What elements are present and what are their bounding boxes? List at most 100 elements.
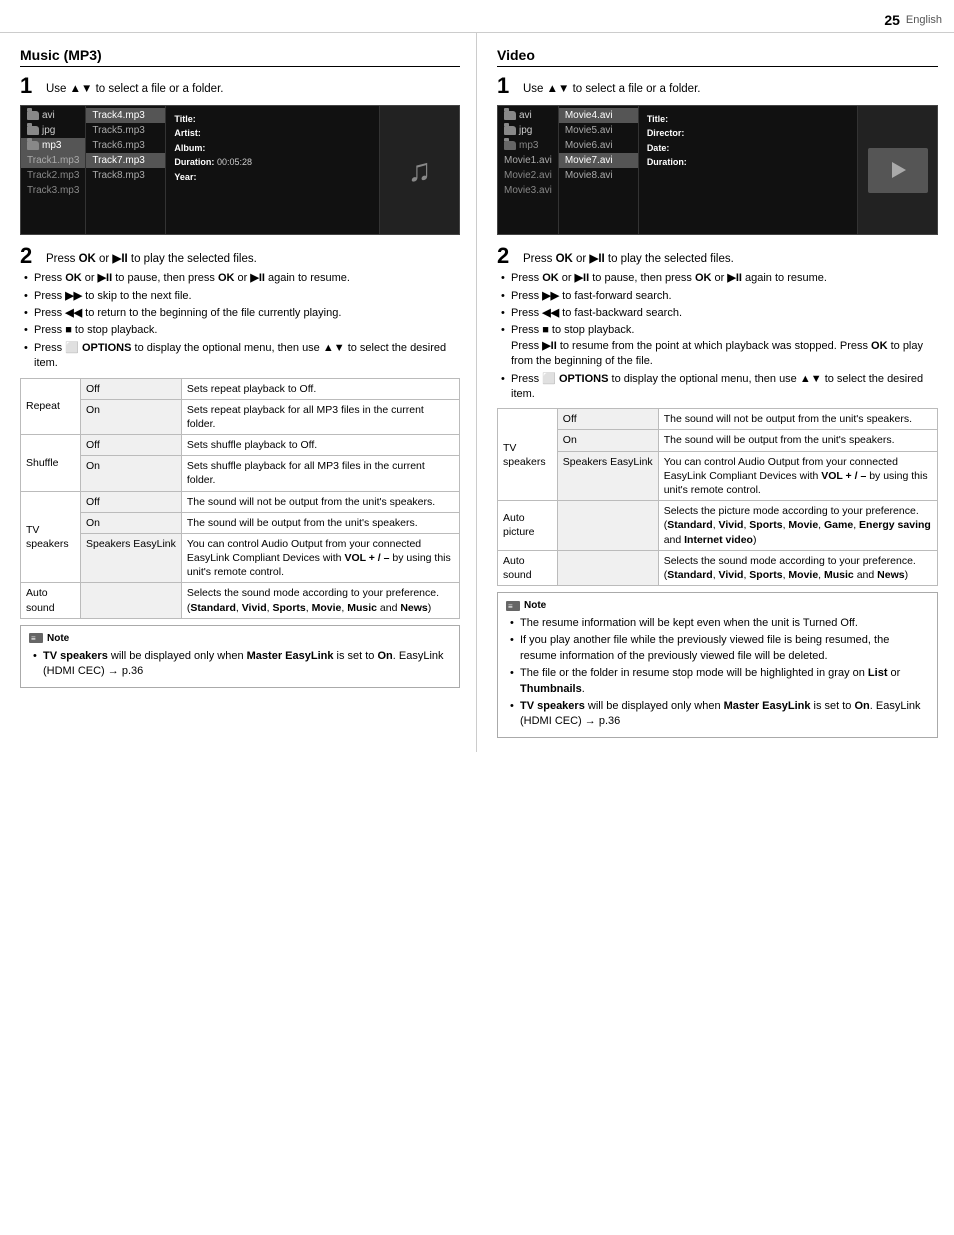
step1-text: Use ▲▼ to select a file or a folder. xyxy=(46,75,223,97)
video-folder-jpg: jpg xyxy=(498,123,558,138)
bullet-skip: Press ▶▶ to skip to the next file. xyxy=(20,289,460,304)
video-note: Note The resume information will be kept… xyxy=(497,592,938,738)
video-movie4: Movie4.avi xyxy=(559,108,638,123)
video-note-bullets: The resume information will be kept even… xyxy=(506,616,929,730)
folder-jpg: jpg xyxy=(21,123,85,138)
shuffle-on-desc: Sets shuffle playback for all MP3 files … xyxy=(181,456,459,491)
tv-off-desc: The sound will not be output from the un… xyxy=(181,491,459,512)
video-step2: 2 Press OK or ▶II to play the selected f… xyxy=(497,245,938,402)
tv-speakers-off-row: TV speakers Off The sound will not be ou… xyxy=(21,491,460,512)
video-step1-text: Use ▲▼ to select a file or a folder. xyxy=(523,75,700,97)
video-folder-avi: avi xyxy=(498,108,558,123)
music-note: Note TV speakers will be displayed only … xyxy=(20,625,460,688)
note-icon xyxy=(29,633,43,643)
auto-picture-row: Auto picture Selects the picture mode ac… xyxy=(498,501,938,551)
step2-number: 2 xyxy=(20,245,38,267)
music-note-header: Note xyxy=(29,631,451,646)
video-tv-off-name: Off xyxy=(557,409,658,430)
repeat-label: Repeat xyxy=(21,378,81,435)
video-bullet-pause: Press OK or ▶II to pause, then press OK … xyxy=(497,271,938,286)
video-thumbnail xyxy=(868,148,928,193)
folder-icon xyxy=(504,126,516,135)
repeat-off-desc: Sets repeat playback to Off. xyxy=(181,378,459,399)
video-step1: 1 Use ▲▼ to select a file or a folder. xyxy=(497,75,938,97)
video-title: Video xyxy=(497,47,938,67)
folder-icon xyxy=(27,126,39,135)
shuffle-on-name: On xyxy=(80,456,181,491)
video-bullets: Press OK or ▶II to pause, then press OK … xyxy=(497,271,938,402)
page: 25 English Music (MP3) 1 Use ▲▼ to selec… xyxy=(0,0,954,1235)
shuffle-label: Shuffle xyxy=(21,435,81,492)
video-tv-on-name: On xyxy=(557,430,658,451)
folder-avi: avi xyxy=(21,108,85,123)
video-bullet-ff: Press ▶▶ to fast-forward search. xyxy=(497,289,938,304)
repeat-on-name: On xyxy=(80,399,181,434)
music-info: Title: Artist: Album: Duration: 00:05:28… xyxy=(166,106,379,234)
columns: Music (MP3) 1 Use ▲▼ to select a file or… xyxy=(0,33,954,752)
video-tv-off-desc: The sound will not be output from the un… xyxy=(658,409,937,430)
repeat-off-row: Repeat Off Sets repeat playback to Off. xyxy=(21,378,460,399)
video-preview xyxy=(857,106,937,234)
video-movie7: Movie7.avi xyxy=(559,153,638,168)
language-label: English xyxy=(906,14,942,26)
tv-on-desc: The sound will be output from the unit's… xyxy=(181,512,459,533)
track8: Track8.mp3 xyxy=(86,168,165,183)
bullet-options: Press ⬜ OPTIONS to display the optional … xyxy=(20,341,460,372)
folder-icon xyxy=(27,141,39,150)
video-options-table: TV speakers Off The sound will not be ou… xyxy=(497,408,938,586)
video-movie6: Movie6.avi xyxy=(559,138,638,153)
music-col1: avi jpg mp3 Track1.mp3 Track2.mp3 Track3… xyxy=(21,106,86,234)
track5: Track5.mp3 xyxy=(86,123,165,138)
music-note-icon: ♫ xyxy=(408,152,432,189)
music-file-browser: avi jpg mp3 Track1.mp3 Track2.mp3 Track3… xyxy=(20,105,460,235)
bullet-pause: Press OK or ▶II to pause, then press OK … xyxy=(20,271,460,286)
tv-off-name: Off xyxy=(80,491,181,512)
video-step2-intro: Press OK or ▶II to play the selected fil… xyxy=(523,245,734,267)
auto-sound-name xyxy=(80,583,181,618)
video-folder-mp3: mp3 xyxy=(498,138,558,153)
video-note-bullet-4: TV speakers will be displayed only when … xyxy=(506,699,929,730)
repeat-off-name: Off xyxy=(80,378,181,399)
track1: Track1.mp3 xyxy=(21,153,85,168)
video-info: Title: Director: Date: Duration: xyxy=(639,106,857,234)
video-auto-sound-name xyxy=(557,550,658,585)
video-movie1: Movie1.avi xyxy=(498,153,558,168)
video-note-bullet-2: If you play another file while the previ… xyxy=(506,633,929,664)
video-col2: Movie4.avi Movie5.avi Movie6.avi Movie7.… xyxy=(559,106,639,234)
folder-icon xyxy=(504,141,516,150)
repeat-on-desc: Sets repeat playback for all MP3 files i… xyxy=(181,399,459,434)
video-auto-sound-desc: Selects the sound mode according to your… xyxy=(658,550,937,585)
video-movie3: Movie3.avi xyxy=(498,183,558,198)
shuffle-off-name: Off xyxy=(80,435,181,456)
video-movie8: Movie8.avi xyxy=(559,168,638,183)
top-bar: 25 English xyxy=(0,10,954,33)
track2: Track2.mp3 xyxy=(21,168,85,183)
video-auto-sound-row: Auto sound Selects the sound mode accord… xyxy=(498,550,938,585)
video-step2-number: 2 xyxy=(497,245,515,267)
step2-intro: Press OK or ▶II to play the selected fil… xyxy=(46,245,257,267)
music-section: Music (MP3) 1 Use ▲▼ to select a file or… xyxy=(0,33,477,752)
page-number: 25 xyxy=(884,12,900,28)
video-step1-number: 1 xyxy=(497,75,515,97)
music-title: Music (MP3) xyxy=(20,47,460,67)
repeat-on-row: On Sets repeat playback for all MP3 file… xyxy=(21,399,460,434)
video-tv-easylink-name: Speakers EasyLink xyxy=(557,451,658,501)
bullet-back: Press ◀◀ to return to the beginning of t… xyxy=(20,306,460,321)
video-note-bullet-3: The file or the folder in resume stop mo… xyxy=(506,666,929,697)
video-movie2: Movie2.avi xyxy=(498,168,558,183)
shuffle-off-row: Shuffle Off Sets shuffle playback to Off… xyxy=(21,435,460,456)
video-tv-easylink-row: Speakers EasyLink You can control Audio … xyxy=(498,451,938,501)
video-note-bullet-1: The resume information will be kept even… xyxy=(506,616,929,631)
track7: Track7.mp3 xyxy=(86,153,165,168)
video-tv-label: TV speakers xyxy=(498,409,558,501)
video-section: Video 1 Use ▲▼ to select a file or a fol… xyxy=(477,33,954,752)
folder-icon xyxy=(27,111,39,120)
music-note-bullets: TV speakers will be displayed only when … xyxy=(29,649,451,680)
video-tv-easylink-desc: You can control Audio Output from your c… xyxy=(658,451,937,501)
video-movie5: Movie5.avi xyxy=(559,123,638,138)
track4: Track4.mp3 xyxy=(86,108,165,123)
music-bullets: Press OK or ▶II to pause, then press OK … xyxy=(20,271,460,371)
auto-picture-name xyxy=(557,501,658,551)
video-note-header: Note xyxy=(506,598,929,613)
auto-sound-label: Auto sound xyxy=(21,583,81,618)
